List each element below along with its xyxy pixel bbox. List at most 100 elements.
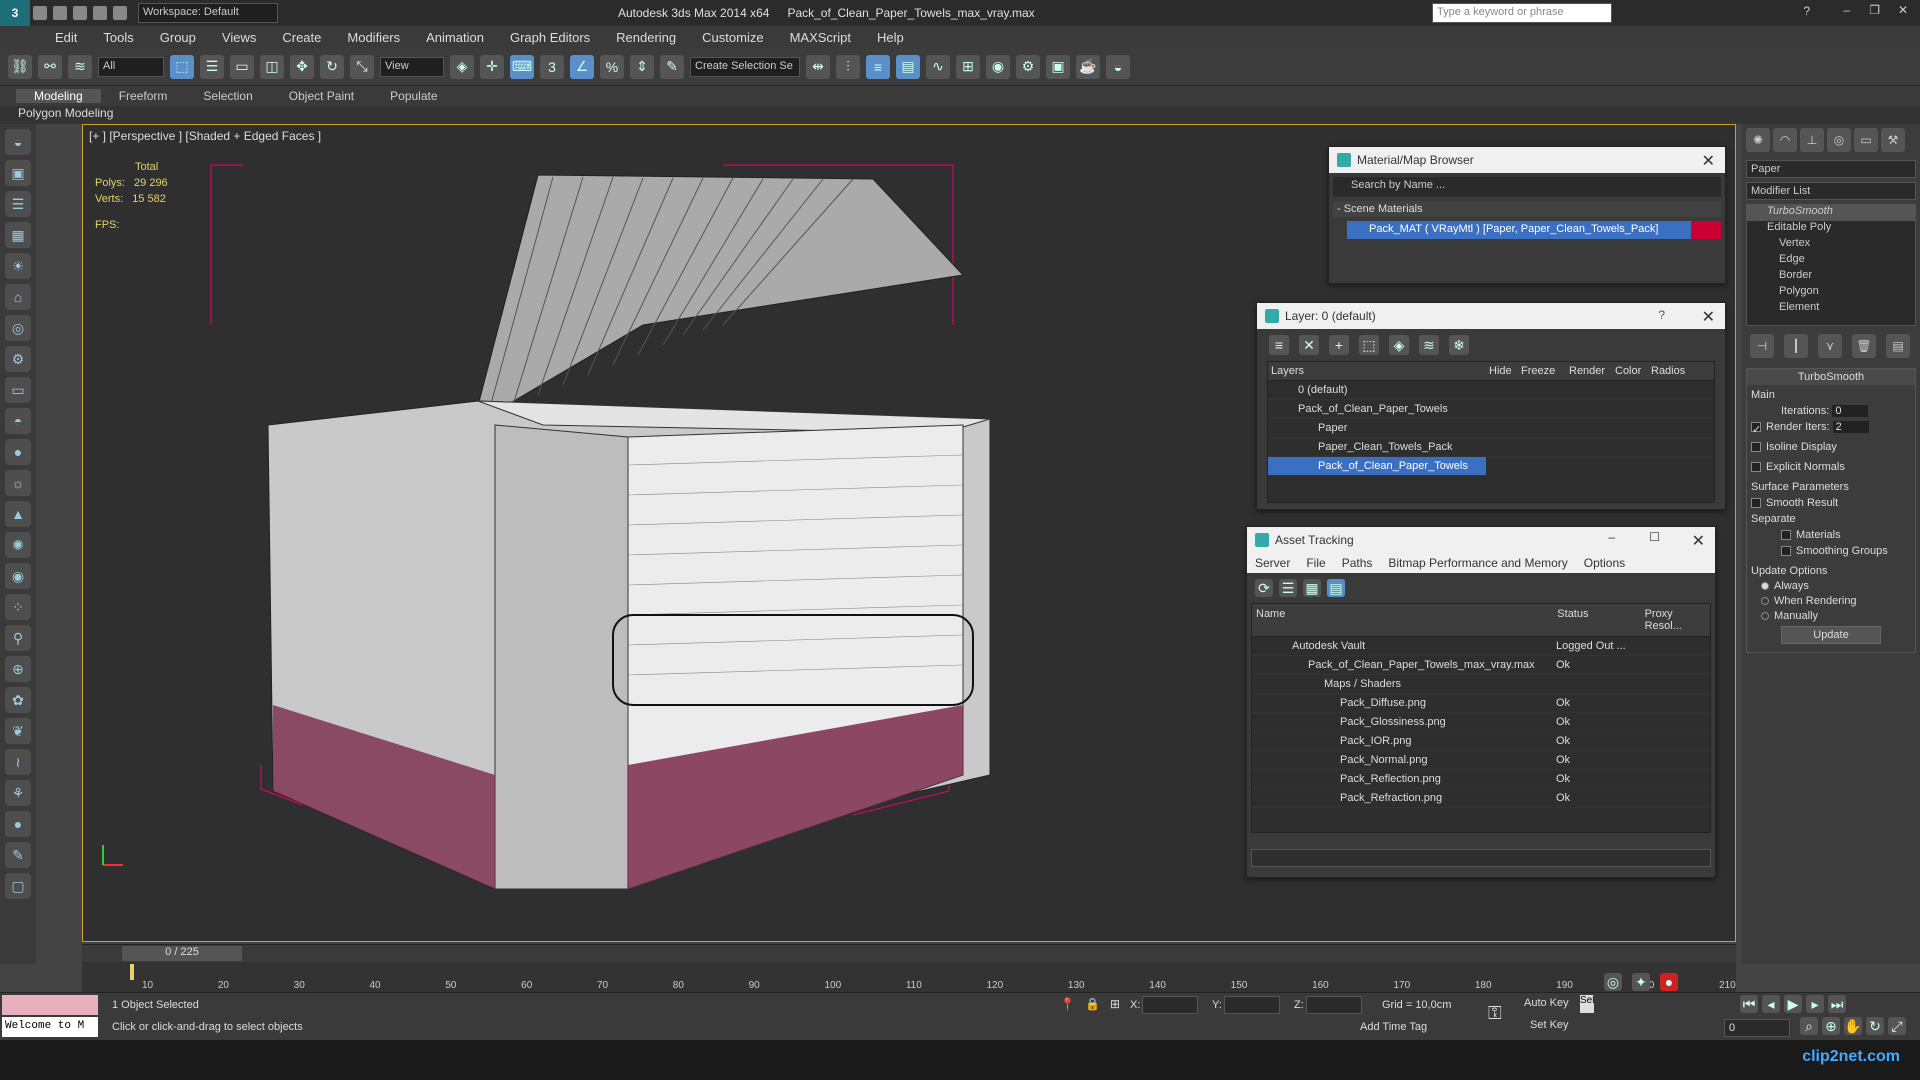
update-button[interactable]: Update: [1781, 626, 1881, 644]
table-row[interactable]: Pack_Glossiness.png Ok: [1252, 713, 1710, 732]
smoothing-groups-checkbox[interactable]: [1781, 546, 1791, 557]
modify-tab-icon[interactable]: ◠: [1773, 128, 1797, 152]
table-row[interactable]: Pack_of_Clean_Paper_Towels_max_vray.max O…: [1252, 656, 1710, 675]
bone-icon[interactable]: ⚲: [5, 625, 31, 651]
app-logo-icon[interactable]: 3: [0, 0, 30, 26]
globe-icon[interactable]: ✿: [5, 687, 31, 713]
unlink-icon[interactable]: ⚯: [38, 54, 62, 79]
restore-icon[interactable]: ❐: [1869, 3, 1880, 17]
keyboard-shortcut-icon[interactable]: ⌨: [510, 54, 534, 79]
table-row[interactable]: Pack_Normal.png Ok: [1252, 751, 1710, 770]
col-status[interactable]: Status: [1553, 604, 1640, 636]
asset-menu-options[interactable]: Options: [1576, 556, 1633, 570]
col-hide[interactable]: Hide: [1486, 362, 1518, 380]
menu-animation[interactable]: Animation: [413, 30, 497, 45]
utilities-tab-icon[interactable]: ⚒: [1881, 128, 1905, 152]
add-time-tag[interactable]: Add Time Tag: [1360, 1021, 1427, 1033]
selected-dropdown[interactable]: Sel: [1580, 995, 1594, 1013]
menu-group[interactable]: Group: [147, 30, 209, 45]
sphere-icon[interactable]: ●: [5, 439, 31, 465]
asset-close-icon[interactable]: ✕: [1692, 531, 1705, 551]
render-iters-checkbox[interactable]: ✓: [1751, 422, 1761, 436]
pan-icon[interactable]: ✋: [1844, 1017, 1862, 1035]
material-search-input[interactable]: Search by Name ...: [1333, 177, 1721, 197]
tab-freeform[interactable]: Freeform: [101, 89, 186, 103]
move-icon[interactable]: ✥: [290, 54, 314, 79]
material-browser-close-icon[interactable]: ✕: [1702, 151, 1715, 171]
time-slider[interactable]: 0 / 225: [82, 944, 1736, 962]
remove-modifier-icon[interactable]: 🗑: [1852, 334, 1876, 358]
cloth-icon[interactable]: ⚘: [5, 780, 31, 806]
manually-radio[interactable]: [1761, 612, 1769, 621]
stack-edge[interactable]: Edge: [1747, 253, 1915, 269]
col-freeze[interactable]: Freeze: [1518, 362, 1566, 380]
layer-add-icon[interactable]: +: [1329, 335, 1349, 355]
record-tray-icon[interactable]: ●: [1660, 973, 1678, 991]
x-input[interactable]: [1142, 996, 1198, 1014]
turbosmooth-title[interactable]: TurboSmooth: [1747, 369, 1915, 385]
explicit-normals-checkbox[interactable]: [1751, 462, 1761, 473]
camera-icon[interactable]: ⌂: [5, 284, 31, 310]
layer-manager-icon[interactable]: ≡: [866, 54, 890, 79]
layer-row-selected[interactable]: Pack_of_Clean_Paper_Towels: [1268, 457, 1486, 476]
select-manipulate-icon[interactable]: ✛: [480, 54, 504, 79]
undo-icon[interactable]: [93, 6, 107, 20]
film-icon[interactable]: ◎: [5, 315, 31, 341]
script-icon[interactable]: ✎: [5, 842, 31, 868]
iterations-input[interactable]: 0: [1832, 405, 1869, 417]
hair-icon[interactable]: ≀: [5, 749, 31, 775]
asset-menu-file[interactable]: File: [1298, 556, 1333, 570]
select-object-icon[interactable]: ⬚: [170, 54, 194, 79]
col-color[interactable]: Color: [1612, 362, 1648, 380]
menu-modifiers[interactable]: Modifiers: [334, 30, 413, 45]
track-bar[interactable]: 10 20 30 40 50 60 70 80 90 100 110 120 130 140 150 160 1…: [82, 962, 1736, 992]
goto-start-icon[interactable]: ⏮: [1740, 995, 1758, 1013]
stack-border[interactable]: Border: [1747, 269, 1915, 285]
render-iters-input[interactable]: 2: [1832, 421, 1869, 433]
polygon-modeling-label[interactable]: Polygon Modeling: [0, 106, 1920, 124]
plant-icon[interactable]: ❦: [5, 718, 31, 744]
align-icon[interactable]: ⫶: [836, 54, 860, 79]
layer-row[interactable]: 0 (default): [1268, 381, 1714, 400]
new-icon[interactable]: [33, 6, 47, 20]
help-icon[interactable]: ?: [1803, 4, 1810, 18]
layer-create-icon[interactable]: ≡: [1269, 335, 1289, 355]
render-teapot-icon[interactable]: ◒: [1106, 54, 1130, 79]
materials-checkbox[interactable]: [1781, 530, 1791, 541]
stack-element[interactable]: Element: [1747, 301, 1915, 317]
asset-refresh-icon[interactable]: ⟳: [1255, 579, 1273, 597]
col-name[interactable]: Name: [1252, 604, 1553, 636]
stack-editable-poly[interactable]: Editable Poly: [1747, 221, 1915, 237]
menu-customize[interactable]: Customize: [689, 30, 776, 45]
layer-row[interactable]: Pack_of_Clean_Paper_Towels: [1268, 400, 1714, 419]
render-frame-icon[interactable]: ▣: [5, 160, 31, 186]
network-tray-icon[interactable]: ✦: [1632, 973, 1650, 991]
rotate-icon[interactable]: ↻: [320, 54, 344, 79]
maxscript-mini-listener[interactable]: Welcome to M: [2, 1017, 98, 1037]
object-name-input[interactable]: Paper: [1746, 160, 1916, 178]
close-icon[interactable]: ✕: [1898, 3, 1908, 17]
ref-coord-dropdown[interactable]: View: [380, 56, 444, 77]
render-icon[interactable]: ☕: [1076, 54, 1100, 79]
help-search-input[interactable]: Type a keyword or phrase: [1432, 3, 1612, 23]
material-browser-titlebar[interactable]: Material/Map Browser ✕: [1329, 147, 1725, 173]
percent-snap-icon[interactable]: %: [600, 54, 624, 79]
menu-maxscript[interactable]: MAXScript: [777, 30, 864, 45]
curve-editor-icon[interactable]: ∿: [926, 54, 950, 79]
asset-path-field[interactable]: [1251, 849, 1711, 867]
stack-polygon[interactable]: Polygon: [1747, 285, 1915, 301]
layer-help-icon[interactable]: ?: [1658, 308, 1665, 322]
stack-turbosmooth[interactable]: TurboSmooth: [1747, 205, 1915, 221]
table-row[interactable]: Maps / Shaders: [1252, 675, 1710, 694]
pin-stack-icon[interactable]: ⊣: [1750, 334, 1774, 358]
set-key-button[interactable]: Set Key: [1530, 1019, 1569, 1031]
menu-tools[interactable]: Tools: [90, 30, 146, 45]
save-icon[interactable]: [73, 6, 87, 20]
schematic-icon[interactable]: ⊞: [956, 54, 980, 79]
display-tab-icon[interactable]: ▭: [1854, 128, 1878, 152]
rect-selection-icon[interactable]: ▭: [230, 54, 254, 79]
asset-menu-paths[interactable]: Paths: [1334, 556, 1381, 570]
menu-views[interactable]: Views: [209, 30, 269, 45]
orbit-icon[interactable]: ↻: [1866, 1017, 1884, 1035]
key-icon[interactable]: ⚿: [1488, 1003, 1502, 1024]
